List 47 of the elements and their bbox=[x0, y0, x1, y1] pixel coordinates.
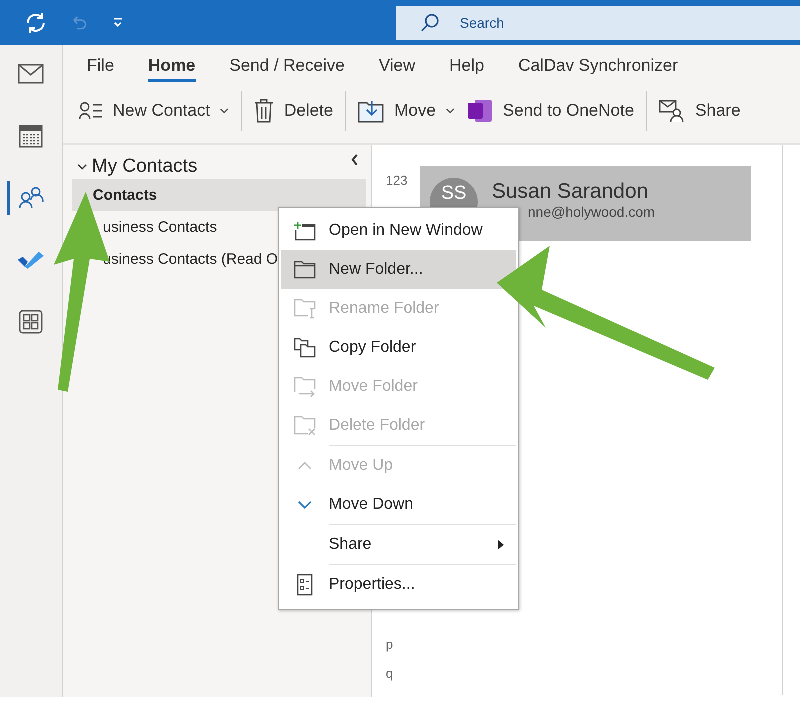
ribbon-tab[interactable]: Send / Receive bbox=[230, 55, 345, 82]
new-window-icon bbox=[294, 220, 316, 240]
search-field[interactable]: Search bbox=[396, 6, 800, 40]
folder-copy-icon bbox=[294, 338, 316, 358]
ribbon-command[interactable]: Share bbox=[659, 93, 741, 129]
checkmark-icon[interactable] bbox=[17, 250, 45, 270]
ribbon-tab[interactable]: File bbox=[87, 55, 114, 82]
search-icon bbox=[420, 12, 440, 32]
apps-icon[interactable] bbox=[19, 310, 43, 334]
folder-arrow-icon bbox=[358, 99, 384, 123]
menu-item[interactable]: New Folder... bbox=[281, 250, 516, 289]
folder-icon bbox=[294, 260, 316, 278]
ribbon-tab[interactable]: Home bbox=[148, 55, 196, 82]
index-letter[interactable]: 123 bbox=[386, 173, 408, 202]
menu-item[interactable]: Properties... bbox=[281, 565, 516, 604]
mail-person-icon bbox=[659, 99, 686, 123]
index-letter[interactable]: p bbox=[386, 637, 394, 666]
ribbon-command[interactable]: New Contact bbox=[79, 93, 230, 129]
folder-group-header[interactable]: My Contacts bbox=[72, 155, 198, 179]
ribbon-command[interactable]: Delete bbox=[254, 93, 334, 129]
people-icon[interactable] bbox=[18, 187, 44, 209]
properties-icon bbox=[297, 574, 313, 596]
customize-dropdown-icon[interactable] bbox=[112, 16, 124, 28]
calendar-icon[interactable] bbox=[19, 124, 43, 148]
folder-item[interactable]: Contacts bbox=[72, 179, 366, 211]
menu-item[interactable]: Move Down bbox=[281, 485, 516, 524]
menu-item[interactable]: Share bbox=[281, 525, 516, 564]
contact-email: nne@holywood.com bbox=[527, 204, 656, 220]
ribbon-command[interactable]: Move bbox=[358, 93, 456, 129]
chevron-down-icon bbox=[298, 500, 312, 508]
folder-delete-icon bbox=[294, 416, 316, 436]
ribbon-command[interactable]: Send to OneNote bbox=[467, 93, 634, 129]
onenote-icon bbox=[467, 99, 494, 123]
trash-icon bbox=[254, 99, 274, 123]
menu-item[interactable]: Copy Folder bbox=[281, 328, 516, 367]
index-letter[interactable]: q bbox=[386, 666, 394, 695]
contact-name: Susan Sarandon bbox=[492, 180, 648, 204]
mail-icon[interactable] bbox=[18, 64, 44, 84]
chevron-up-icon bbox=[298, 462, 312, 470]
folder-move-icon bbox=[294, 376, 316, 396]
folder-rename-icon bbox=[294, 298, 316, 318]
ribbon-tab[interactable]: Help bbox=[449, 55, 484, 82]
ribbon-tab[interactable]: View bbox=[378, 55, 416, 82]
ribbon-tab[interactable]: CalDav Synchronizer bbox=[518, 55, 678, 82]
collapse-pane-icon[interactable] bbox=[351, 154, 359, 166]
contact-list-icon bbox=[79, 102, 103, 120]
sync-icon[interactable] bbox=[24, 10, 48, 34]
